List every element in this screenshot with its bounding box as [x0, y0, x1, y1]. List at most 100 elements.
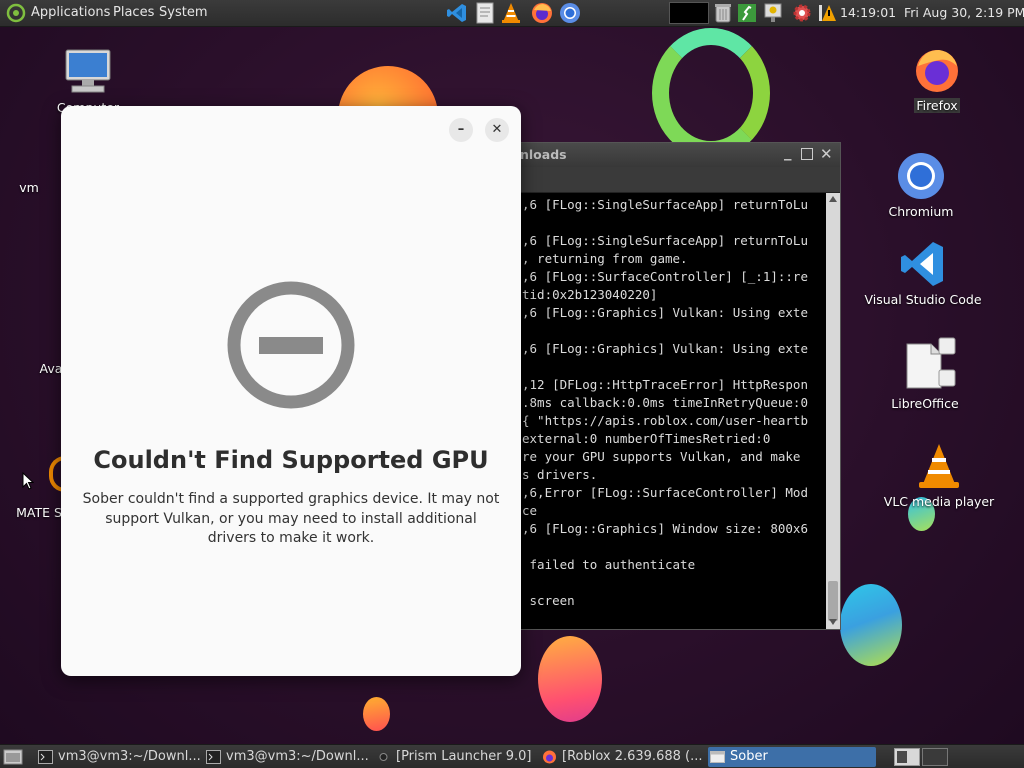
terminal-menubar — [506, 167, 840, 193]
taskbar-item-terminal-2[interactable]: vm3@vm3:~/Downl... — [204, 747, 369, 767]
desktop-icon-mate-label: MATE S — [16, 505, 62, 520]
terminal-maximize-button[interactable] — [801, 148, 813, 160]
firefox-icon — [916, 50, 958, 92]
terminal-line: failed to authenticate — [522, 557, 696, 572]
terminal-window[interactable]: nloads _ ✕ ,6 [FLog::SingleSurfaceApp] r… — [505, 142, 841, 630]
menu-applications[interactable]: Applications — [31, 5, 110, 20]
taskbar-item-label: [Roblox 2.639.688 (... — [562, 749, 703, 764]
chromium-icon — [898, 153, 944, 199]
terminal-line: ,6 [FLog::Graphics] Window size: 800x6 — [522, 521, 808, 536]
desktop-icon-vscode-label: Visual Studio Code — [864, 292, 982, 307]
sober-error-dialog[interactable]: – ✕ Couldn't Find Supported GPU Sober co… — [61, 106, 521, 676]
terminal-task-icon — [206, 750, 221, 764]
terminal-close-button[interactable]: ✕ — [820, 145, 833, 163]
computer-icon — [65, 49, 111, 93]
panel-clock-seconds[interactable]: 14:19:01 — [840, 5, 896, 20]
taskbar-item-label: Sober — [730, 749, 768, 764]
menu-places[interactable]: Places — [113, 5, 154, 20]
terminal-line: ,6 [FLog::SingleSurfaceApp] returnToLu — [522, 197, 808, 212]
desktop-icon-firefox[interactable]: Firefox — [882, 46, 992, 113]
firefox-launcher-icon[interactable] — [531, 2, 553, 24]
terminal-line: ,6 [FLog::SurfaceController] [_:1]::re — [522, 269, 808, 284]
terminal-minimize-button[interactable]: _ — [784, 143, 792, 161]
vlc-icon — [919, 444, 959, 488]
terminal-line: ,6 [FLog::SingleSurfaceApp] returnToLu — [522, 233, 808, 248]
terminal-line: ,6 [FLog::Graphics] Vulkan: Using exte — [522, 341, 808, 356]
desktop-icon-vscode[interactable]: Visual Studio Code — [860, 240, 986, 307]
prism-launcher-task-icon — [379, 753, 388, 761]
terminal-line: .8ms callback:0.0ms timeInRetryQueue:0 — [522, 395, 808, 410]
terminal-output[interactable]: ,6 [FLog::SingleSurfaceApp] returnToLu ,… — [506, 193, 828, 629]
trash-icon[interactable] — [712, 2, 734, 24]
terminal-line: external:0 numberOfTimesRetried:0 — [522, 431, 771, 446]
chromium-launcher-icon[interactable] — [559, 2, 581, 24]
desktop-icon-firefox-label: Firefox — [914, 98, 960, 113]
decor-green-ring — [652, 28, 770, 158]
desktop-icon-vlc-label: VLC media player — [883, 494, 995, 509]
terminal-scrollbar-thumb[interactable] — [828, 581, 838, 621]
taskbar-item-label: vm3@vm3:~/Downl... — [226, 749, 369, 764]
scroll-down-arrow-icon[interactable] — [829, 619, 837, 625]
vlc-launcher-icon[interactable] — [500, 2, 522, 24]
mate-logo-icon[interactable] — [6, 3, 26, 23]
sober-task-icon — [710, 751, 725, 763]
dialog-title: Couldn't Find Supported GPU — [93, 446, 489, 474]
desktop-icon-vm-label: vm — [19, 180, 39, 195]
system-update-icon[interactable] — [736, 2, 758, 24]
network-status-icon[interactable] — [762, 2, 784, 24]
mouse-pointer-icon — [22, 472, 34, 490]
desktop-icon-computer[interactable]: Computer — [33, 48, 143, 115]
terminal-line: { "https://apis.roblox.com/user-heartb — [522, 413, 808, 428]
dialog-message: Sober couldn't find a supported graphics… — [82, 491, 500, 546]
libreoffice-icon — [906, 337, 956, 389]
terminal-line: screen — [522, 593, 575, 608]
dialog-close-button[interactable]: ✕ — [485, 118, 509, 142]
desktop-icon-libreoffice[interactable]: LibreOffice — [870, 336, 980, 411]
taskbar-item-sober[interactable]: Sober — [708, 747, 876, 767]
decor-pink-oval — [538, 636, 602, 722]
terminal-task-icon — [38, 750, 53, 764]
terminal-line: , returning from game. — [522, 251, 688, 266]
taskbar-item-label: [Prism Launcher 9.0] — [396, 749, 532, 764]
workspace-switcher-1[interactable] — [894, 748, 920, 766]
error-forbidden-icon — [227, 281, 355, 409]
terminal-line: tid:0x2b123040220] — [522, 287, 658, 302]
taskbar-item-terminal-1[interactable]: vm3@vm3:~/Downl... — [36, 747, 201, 767]
taskbar-item-label: vm3@vm3:~/Downl... — [58, 749, 201, 764]
settings-gear-icon[interactable] — [791, 2, 813, 24]
dialog-minimize-button[interactable]: – — [449, 118, 473, 142]
system-monitor-graph[interactable] — [669, 2, 709, 24]
vscode-launcher-icon[interactable] — [446, 2, 468, 24]
terminal-line: ,6 [FLog::Graphics] Vulkan: Using exte — [522, 305, 808, 320]
terminal-scrollbar[interactable] — [826, 193, 840, 629]
terminal-titlebar[interactable]: nloads _ ✕ — [506, 143, 840, 167]
menu-system[interactable]: System — [159, 5, 207, 20]
terminal-line: ,12 [DFLog::HttpTraceError] HttpRespon — [522, 377, 808, 392]
taskbar-item-roblox[interactable]: [Roblox 2.639.688 (... — [540, 747, 702, 767]
firefox-task-icon — [543, 750, 556, 764]
text-editor-launcher-icon[interactable] — [474, 2, 496, 24]
terminal-line: ce — [522, 503, 538, 518]
desktop-icon-libreoffice-label: LibreOffice — [891, 396, 959, 411]
panel-datetime[interactable]: Fri Aug 30, 2:19 PM — [904, 5, 1024, 20]
top-panel: Applications Places System 14:19:01 Fri … — [0, 0, 1024, 27]
workspace-switcher-2[interactable] — [922, 748, 948, 766]
vscode-icon — [901, 242, 943, 286]
desktop-icon-chromium[interactable]: Chromium — [866, 152, 976, 219]
warning-icon[interactable] — [816, 2, 838, 24]
desktop-icon-vm[interactable]: vm — [0, 180, 64, 195]
desktop-icon-vlc[interactable]: VLC media player — [876, 442, 1002, 509]
taskbar-item-prism-launcher[interactable]: [Prism Launcher 9.0] — [374, 747, 534, 767]
terminal-line: re your GPU supports Vulkan, and make — [522, 449, 801, 464]
show-desktop-icon[interactable] — [3, 749, 23, 765]
desktop-icon-chromium-label: Chromium — [888, 204, 954, 219]
taskbar: vm3@vm3:~/Downl... vm3@vm3:~/Downl... [P… — [0, 744, 1024, 768]
terminal-line: s drivers. — [522, 467, 598, 482]
scroll-up-arrow-icon[interactable] — [829, 196, 837, 202]
terminal-line: ,6,Error [FLog::SurfaceController] Mod — [522, 485, 808, 500]
